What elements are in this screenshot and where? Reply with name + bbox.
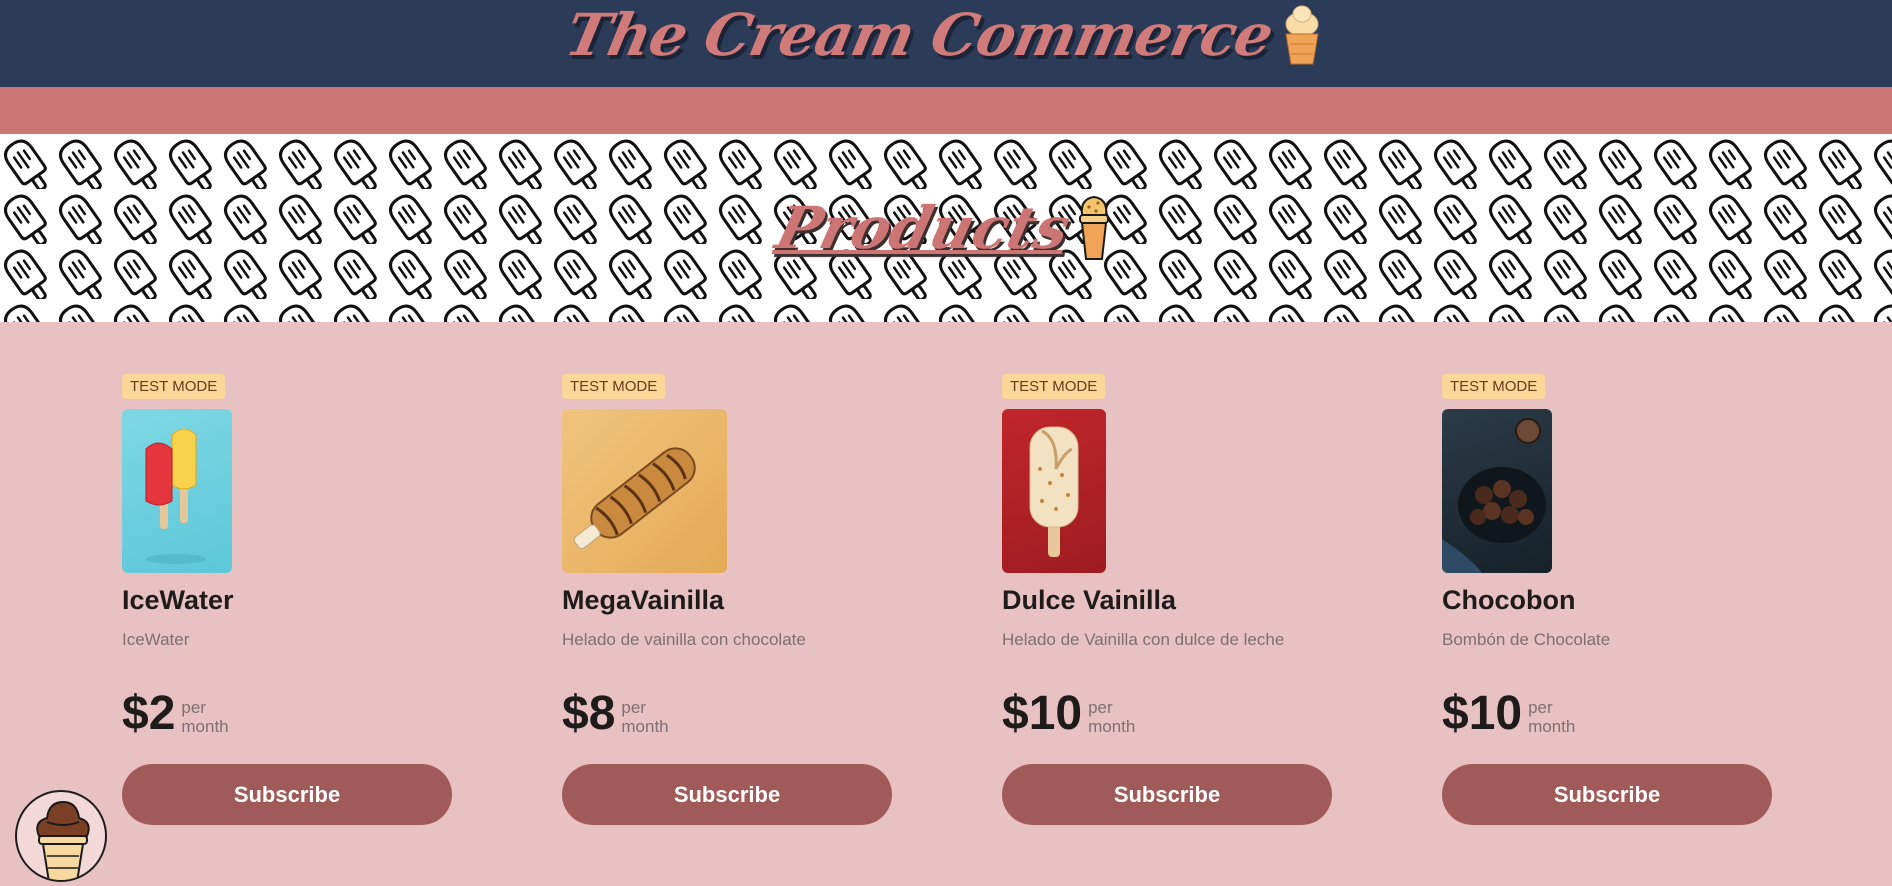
test-mode-badge: TEST MODE [1442,374,1546,399]
per-label: per [181,698,206,717]
product-price: $10 [1442,687,1523,740]
price-period: per month [1528,698,1575,738]
ice-cream-cone-icon [1079,195,1110,260]
product-name: Chocobon [1442,585,1576,615]
price-row: $8 per month [562,690,892,738]
site-title: The Cream Commerce [559,1,1279,69]
ice-cream-cone-icon [1285,5,1319,65]
test-mode-badge: TEST MODE [122,374,226,399]
product-price: $10 [1002,687,1083,740]
subscribe-button[interactable]: Subscribe [1442,764,1772,825]
accent-band [0,87,1892,134]
product-card: TEST MODE Dulce Vainilla Helado de Vaini… [1002,374,1332,825]
subscribe-button[interactable]: Subscribe [122,764,452,825]
brand: The Cream Commerce [0,0,1892,70]
product-list: TEST MODE IceWater IceWater $2 per month… [0,322,1892,886]
per-label: per [621,698,646,717]
product-description: Bombón de Chocolate [1442,630,1611,649]
per-label: per [1528,698,1553,717]
product-price: $2 [122,687,176,740]
price-row: $2 per month [122,690,452,738]
product-description: Helado de vainilla con chocolate [562,630,806,649]
month-label: month [1088,717,1136,736]
product-card: TEST MODE MegaVainilla Helado de vainill… [562,374,892,825]
month-label: month [1528,717,1576,736]
product-image-dulce-vainilla [1002,409,1106,573]
price-period: per month [181,698,228,738]
section-header: Products [0,134,1892,322]
product-description: IceWater [122,630,190,649]
subscribe-button[interactable]: Subscribe [1002,764,1332,825]
month-label: month [621,717,669,736]
chocolate-cone-icon[interactable] [15,790,107,882]
product-image-megavainilla [562,409,727,573]
product-name: MegaVainilla [562,585,725,615]
per-label: per [1088,698,1113,717]
product-card: TEST MODE IceWater IceWater $2 per month… [122,374,452,825]
month-label: month [181,717,229,736]
test-mode-badge: TEST MODE [562,374,666,399]
subscribe-button[interactable]: Subscribe [562,764,892,825]
price-row: $10 per month [1002,690,1332,738]
product-image-chocobon [1442,409,1552,573]
test-mode-badge: TEST MODE [1002,374,1106,399]
product-image-icewater [122,409,232,573]
product-name: IceWater [122,585,234,615]
product-description: Helado de Vainilla con dulce de leche [1002,630,1285,649]
product-price: $8 [562,687,616,740]
product-name: Dulce Vainilla [1002,585,1177,615]
section-title: Products [769,194,1077,262]
product-card: TEST MODE Chocobon Bombón de Chocolate $… [1442,374,1772,825]
price-row: $10 per month [1442,690,1772,738]
price-period: per month [1088,698,1135,738]
price-period: per month [621,698,668,738]
